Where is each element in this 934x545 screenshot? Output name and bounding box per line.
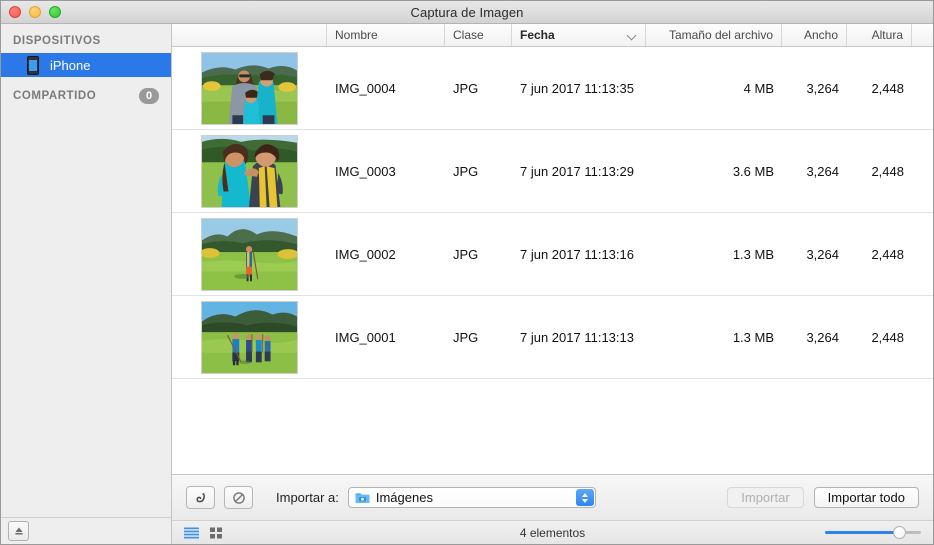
cell-width: 3,264: [782, 296, 847, 378]
cell-spacer: [912, 47, 933, 129]
iphone-icon: [27, 56, 39, 75]
view-mode-toggles: [184, 527, 223, 539]
table-column-headers: Nombre Clase Fecha Tamaño del archivo An…: [172, 24, 933, 47]
status-text: 4 elementos: [172, 526, 933, 540]
cell-date: 7 jun 2017 11:13:13: [512, 296, 646, 378]
column-header-label: Nombre: [335, 28, 378, 42]
cell-thumbnail: [172, 130, 327, 212]
import-toolbar: Importar a: Imágenes: [172, 474, 933, 520]
cell-height: 2,448: [847, 213, 912, 295]
column-header-height[interactable]: Altura: [847, 24, 912, 46]
cell-height: 2,448: [847, 130, 912, 212]
shared-count-badge: 0: [139, 88, 159, 104]
title-bar: Captura de Imagen: [1, 1, 933, 24]
table-row[interactable]: IMG_0004 JPG 7 jun 2017 11:13:35 4 MB 3,…: [172, 47, 933, 130]
cell-height: 2,448: [847, 47, 912, 129]
cell-filesize: 4 MB: [646, 47, 782, 129]
photo-thumbnail-two-children: [201, 135, 298, 208]
photo-thumbnail-group-hillside: [201, 301, 298, 374]
close-button[interactable]: [9, 6, 21, 18]
column-header-label: Altura: [872, 28, 903, 42]
grid-view-icon[interactable]: [210, 527, 223, 539]
cell-name: IMG_0004: [327, 47, 445, 129]
table-row[interactable]: IMG_0003 JPG 7 jun 2017 11:13:29 3.6 MB …: [172, 130, 933, 213]
pictures-folder-icon: [355, 491, 370, 504]
import-button[interactable]: Importar: [727, 487, 803, 508]
sidebar-item-label: iPhone: [50, 58, 90, 73]
cell-height: 2,448: [847, 296, 912, 378]
column-header-thumbnail[interactable]: [172, 24, 327, 46]
sidebar-footer: [1, 517, 171, 544]
cell-filesize: 3.6 MB: [646, 130, 782, 212]
cell-kind: JPG: [445, 213, 512, 295]
window-title: Captura de Imagen: [411, 5, 524, 20]
slider-knob[interactable]: [893, 526, 906, 539]
column-header-label: Ancho: [804, 28, 838, 42]
cell-date: 7 jun 2017 11:13:29: [512, 130, 646, 212]
sidebar-section-header-compartido: COMPARTIDO 0: [1, 77, 171, 110]
cell-spacer: [912, 213, 933, 295]
column-header-width[interactable]: Ancho: [782, 24, 847, 46]
slider-fill: [825, 531, 900, 534]
column-header-label: Fecha: [520, 28, 555, 42]
cell-filesize: 1.3 MB: [646, 296, 782, 378]
cell-width: 3,264: [782, 130, 847, 212]
destination-value: Imágenes: [376, 490, 433, 505]
sidebar-item-iphone[interactable]: iPhone: [1, 53, 171, 77]
cell-name: IMG_0002: [327, 213, 445, 295]
column-header-label: Clase: [453, 28, 484, 42]
column-header-date[interactable]: Fecha: [512, 24, 646, 46]
traffic-light-buttons: [9, 1, 61, 23]
cell-spacer: [912, 296, 933, 378]
window-body: DISPOSITIVOS iPhone COMPARTIDO 0: [1, 24, 933, 544]
cell-thumbnail: [172, 213, 327, 295]
sidebar-section-header-dispositivos: DISPOSITIVOS: [1, 24, 171, 53]
column-header-kind[interactable]: Clase: [445, 24, 512, 46]
no-entry-icon[interactable]: [224, 486, 253, 509]
image-capture-window: Captura de Imagen DISPOSITIVOS iPhone CO…: [0, 0, 934, 545]
cell-width: 3,264: [782, 213, 847, 295]
cell-kind: JPG: [445, 296, 512, 378]
sidebar-section-label: COMPARTIDO: [13, 90, 139, 102]
photo-thumbnail-child-field: [201, 218, 298, 291]
cell-thumbnail: [172, 47, 327, 129]
column-header-label: Tamaño del archivo: [669, 28, 773, 42]
chevron-updown-icon: [576, 489, 594, 506]
eject-icon[interactable]: [8, 521, 29, 541]
status-bar: 4 elementos: [172, 520, 933, 544]
cell-kind: JPG: [445, 130, 512, 212]
cell-name: IMG_0003: [327, 130, 445, 212]
column-header-name[interactable]: Nombre: [327, 24, 445, 46]
sidebar-section-label: DISPOSITIVOS: [13, 35, 171, 47]
sidebar: DISPOSITIVOS iPhone COMPARTIDO 0: [1, 24, 172, 544]
photo-thumbnail-woman-two-children: [201, 52, 298, 125]
destination-popup-button[interactable]: Imágenes: [348, 487, 596, 508]
photo-table[interactable]: IMG_0004 JPG 7 jun 2017 11:13:35 4 MB 3,…: [172, 47, 933, 474]
main-content: Nombre Clase Fecha Tamaño del archivo An…: [172, 24, 933, 544]
cell-kind: JPG: [445, 47, 512, 129]
list-view-icon[interactable]: [184, 527, 199, 539]
column-header-spacer: [912, 24, 933, 46]
table-row[interactable]: IMG_0001 JPG 7 jun 2017 11:13:13 1.3 MB …: [172, 296, 933, 379]
cell-name: IMG_0001: [327, 296, 445, 378]
cell-width: 3,264: [782, 47, 847, 129]
rotate-left-icon[interactable]: [186, 486, 215, 509]
cell-thumbnail: [172, 296, 327, 378]
table-row[interactable]: IMG_0002 JPG 7 jun 2017 11:13:16 1.3 MB …: [172, 213, 933, 296]
maximize-button[interactable]: [49, 6, 61, 18]
thumbnail-size-slider[interactable]: [825, 526, 921, 540]
cell-spacer: [912, 130, 933, 212]
cell-date: 7 jun 2017 11:13:16: [512, 213, 646, 295]
cell-filesize: 1.3 MB: [646, 213, 782, 295]
cell-date: 7 jun 2017 11:13:35: [512, 47, 646, 129]
import-all-button[interactable]: Importar todo: [814, 487, 919, 508]
import-to-label: Importar a:: [276, 490, 339, 505]
column-header-filesize[interactable]: Tamaño del archivo: [646, 24, 782, 46]
chevron-down-icon: [628, 31, 637, 40]
minimize-button[interactable]: [29, 6, 41, 18]
